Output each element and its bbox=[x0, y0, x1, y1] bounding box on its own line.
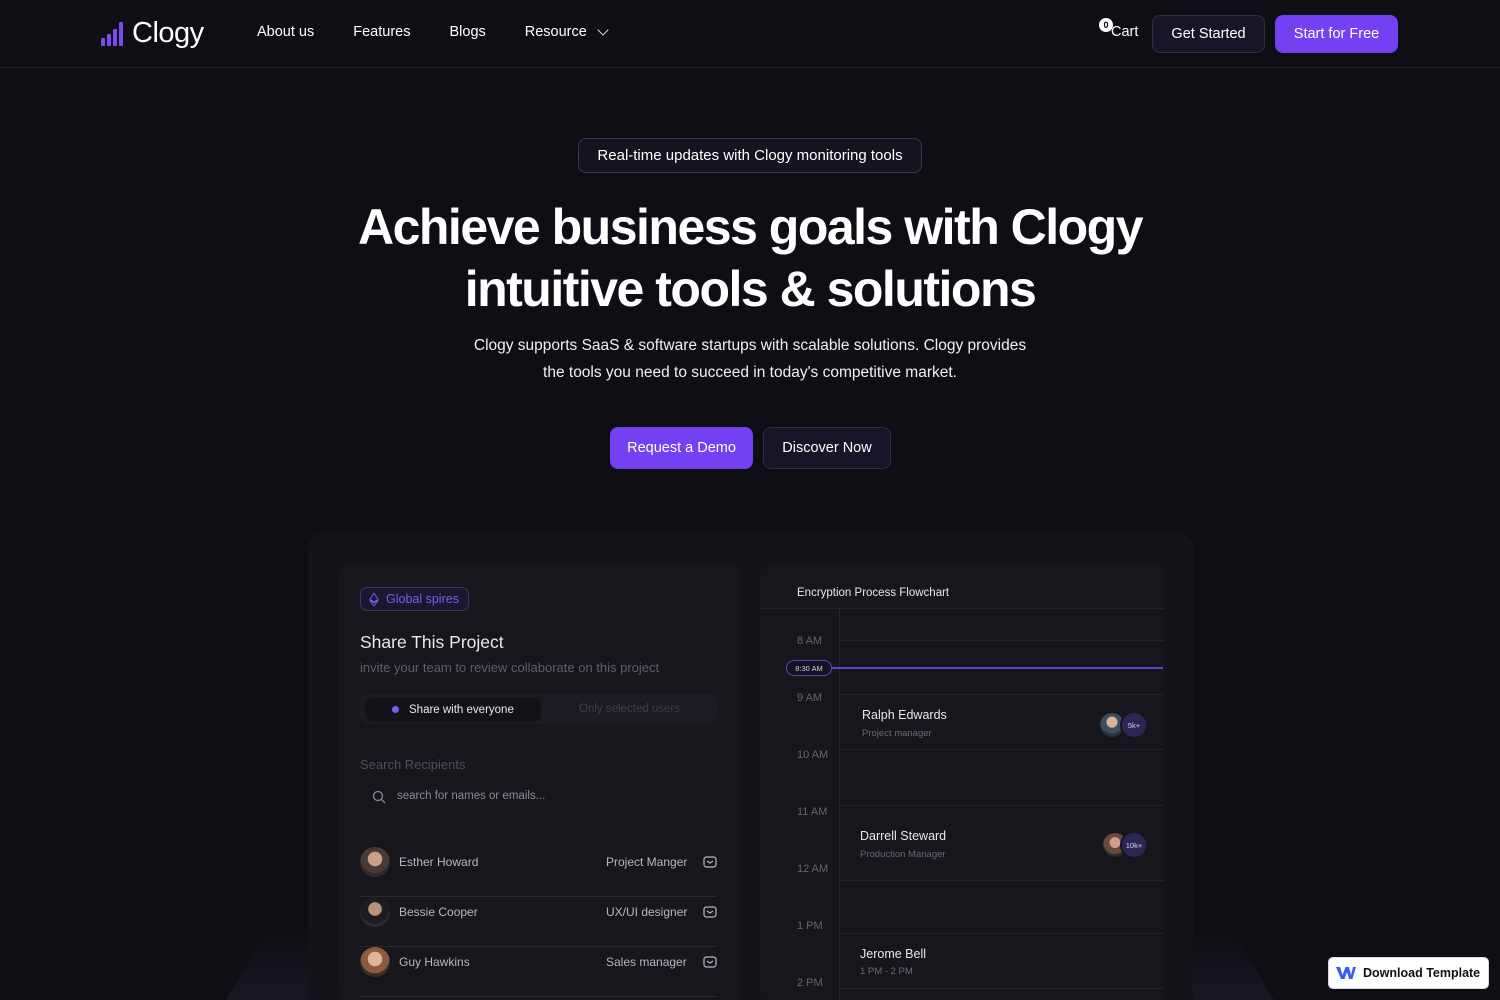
recipient-role: Sales manager bbox=[606, 955, 687, 969]
recipient-role: Project Manger bbox=[606, 855, 688, 869]
flowchart-header-divider bbox=[760, 608, 1164, 609]
nav-link-about[interactable]: About us bbox=[257, 24, 314, 40]
nav-link-blogs[interactable]: Blogs bbox=[449, 24, 485, 40]
share-selected-option[interactable]: Only selected users bbox=[579, 703, 680, 715]
nav-link-resource[interactable]: Resource bbox=[524, 24, 609, 40]
nav-link-resource-label: Resource bbox=[524, 24, 587, 40]
mail-icon[interactable] bbox=[703, 955, 717, 969]
time-label: 1 PM bbox=[797, 920, 823, 932]
time-label: 11 AM bbox=[797, 806, 828, 818]
brand-name: Clogy bbox=[132, 17, 204, 49]
chevron-down-icon bbox=[597, 24, 609, 36]
hero-title: Achieve business goals with Clogy intuit… bbox=[300, 196, 1200, 320]
hero-subtitle-line-2: the tools you need to succeed in today's… bbox=[543, 364, 957, 381]
flowchart-title: Encryption Process Flowchart bbox=[797, 587, 950, 599]
participant-count-badge: 10k+ bbox=[1120, 831, 1148, 859]
recipient-row[interactable]: Esther Howard Project Manger bbox=[360, 847, 717, 897]
timeline-event[interactable]: Ralph Edwards Project manager 5k+ bbox=[841, 695, 1163, 749]
participant-count-badge: 5k+ bbox=[1120, 711, 1148, 739]
time-label: 8 AM bbox=[797, 635, 823, 647]
ethereum-icon bbox=[369, 592, 379, 606]
time-label: 2 PM bbox=[797, 977, 823, 989]
hero-title-line-1: Achieve business goals with Clogy bbox=[357, 199, 1144, 255]
hero-badge: Real-time updates with Clogy monitoring … bbox=[578, 138, 922, 173]
current-time-line bbox=[832, 667, 1163, 669]
get-started-button[interactable]: Get Started bbox=[1152, 15, 1265, 53]
hour-gridline bbox=[840, 749, 1164, 750]
hero-subtitle: Clogy supports SaaS & software startups … bbox=[450, 332, 1050, 386]
current-time-badge: 8:30 AM bbox=[786, 660, 832, 676]
brand-logo[interactable]: Clogy bbox=[101, 17, 204, 50]
hour-gridline bbox=[840, 640, 1164, 641]
search-recipients-label: Search Recipients bbox=[360, 757, 466, 772]
share-card-subtitle: invite your team to review collaborate o… bbox=[360, 660, 660, 675]
recipient-name: Bessie Cooper bbox=[399, 905, 478, 919]
cart-label: Cart bbox=[1111, 24, 1139, 40]
request-demo-button[interactable]: Request a Demo bbox=[610, 427, 753, 469]
logo-bars-icon bbox=[101, 21, 123, 46]
recipient-role: UX/UI designer bbox=[606, 905, 688, 919]
avatar bbox=[360, 947, 390, 977]
download-template-button[interactable]: Download Template bbox=[1329, 958, 1488, 988]
global-spires-tag: Global spires bbox=[360, 587, 469, 611]
recipient-row[interactable]: Bessie Cooper UX/UI designer bbox=[360, 897, 717, 947]
mail-icon[interactable] bbox=[703, 905, 717, 919]
time-label: 9 AM bbox=[797, 692, 823, 704]
cart-count-badge: 0 bbox=[1099, 18, 1113, 32]
event-detail: 1 PM - 2 PM bbox=[860, 966, 913, 977]
avatar bbox=[360, 847, 390, 877]
share-everyone-label: Share with everyone bbox=[409, 703, 514, 716]
top-navbar: Clogy About us Features Blogs Resource 0… bbox=[0, 0, 1500, 68]
timeline-event[interactable]: Darrell Steward Production Manager 10k+ bbox=[841, 806, 1163, 880]
share-everyone-option[interactable]: Share with everyone bbox=[365, 698, 541, 721]
event-detail: Project manager bbox=[862, 728, 932, 739]
event-detail: Production Manager bbox=[860, 849, 946, 860]
hero-subtitle-line-1: Clogy supports SaaS & software startups … bbox=[473, 337, 1027, 354]
hour-gridline bbox=[840, 880, 1164, 881]
download-template-label: Download Template bbox=[1363, 966, 1481, 980]
nav-links: About us Features Blogs Resource bbox=[257, 24, 609, 40]
nav-link-features[interactable]: Features bbox=[353, 24, 410, 40]
tag-label: Global spires bbox=[386, 592, 459, 606]
selected-dot-icon bbox=[392, 706, 399, 713]
search-recipients-input[interactable]: search for names or emails... bbox=[397, 790, 545, 802]
hero-title-line-2: intuitive tools & solutions bbox=[464, 261, 1037, 317]
hour-gridline bbox=[840, 988, 1164, 989]
event-name: Jerome Bell bbox=[860, 947, 926, 961]
cart-link[interactable]: 0 Cart bbox=[1099, 18, 1139, 40]
event-name: Ralph Edwards bbox=[862, 708, 947, 722]
share-card-title: Share This Project bbox=[360, 632, 504, 652]
discover-now-button[interactable]: Discover Now bbox=[763, 427, 891, 469]
webflow-logo-icon bbox=[1336, 967, 1356, 979]
time-label: 12 AM bbox=[797, 863, 829, 875]
event-name: Darrell Steward bbox=[860, 829, 947, 843]
time-label: 10 AM bbox=[797, 749, 829, 761]
recipient-name: Esther Howard bbox=[399, 855, 479, 869]
timeline-event[interactable]: Jerome Bell 1 PM - 2 PM bbox=[841, 934, 1163, 988]
avatar bbox=[360, 897, 390, 927]
recipient-name: Guy Hawkins bbox=[399, 955, 470, 969]
mail-icon[interactable] bbox=[703, 855, 717, 869]
recipient-row[interactable]: Guy Hawkins Sales manager bbox=[360, 947, 717, 997]
start-free-button[interactable]: Start for Free bbox=[1275, 15, 1398, 53]
search-icon bbox=[372, 790, 386, 804]
